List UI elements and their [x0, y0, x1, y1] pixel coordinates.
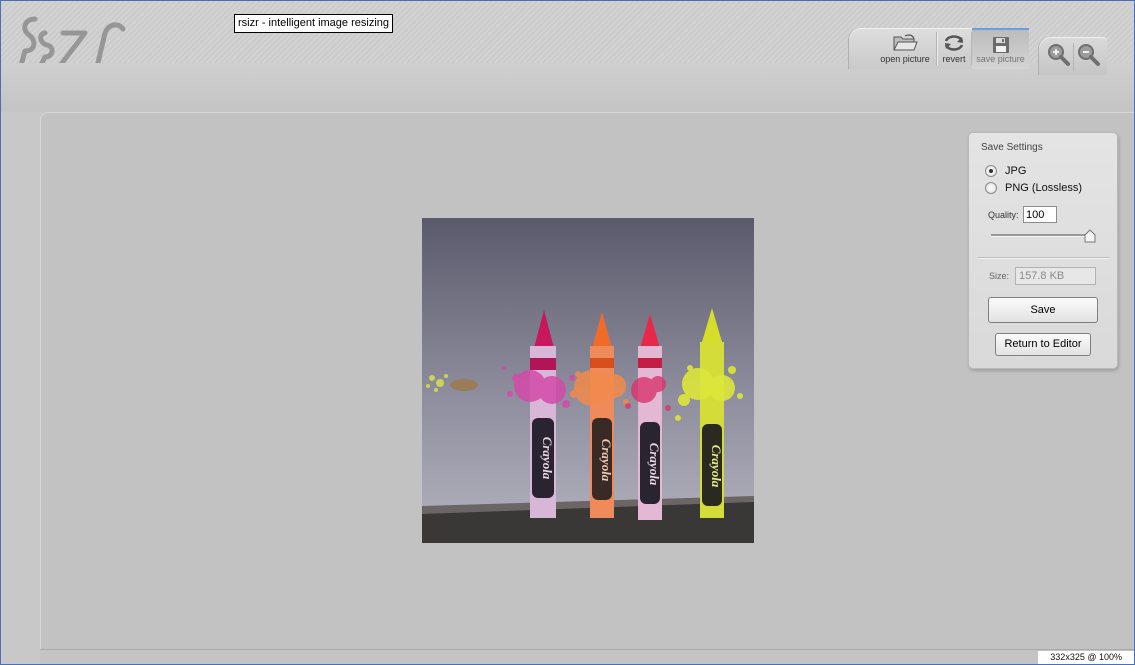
quality-label: Quality: [988, 210, 1019, 220]
revert-icon [944, 35, 964, 51]
crayons-photo: Crayola Crayola Crayola Crayola [422, 218, 754, 543]
folder-open-icon [893, 34, 918, 51]
app-window: rsizr - intelligent image resizing open … [0, 0, 1135, 665]
zoom-in-icon [1048, 44, 1070, 66]
open-picture-label: open picture [880, 54, 930, 64]
save-picture-button[interactable]: save picture [972, 28, 1029, 69]
svg-text:Crayola: Crayola [599, 439, 614, 482]
main-toolbar: open picture revert save picture [849, 28, 1029, 69]
app-tooltip: rsizr - intelligent image resizing [234, 14, 393, 33]
jpg-label: JPG [1005, 165, 1027, 177]
working-image[interactable]: Crayola Crayola Crayola Crayola [422, 218, 754, 543]
svg-text:Crayola: Crayola [540, 437, 555, 480]
status-bar [40, 649, 1134, 664]
save-button[interactable]: Save [988, 297, 1098, 323]
svg-text:Crayola: Crayola [647, 443, 662, 486]
subheader-band [1, 63, 1134, 111]
jpg-radio[interactable] [985, 165, 997, 177]
save-settings-title: Save Settings [981, 142, 1043, 153]
quality-slider-track[interactable] [991, 234, 1095, 237]
save-settings-panel: Save Settings JPG PNG (Lossless) Quality… [968, 132, 1118, 369]
zoom-separator [1073, 43, 1074, 71]
format-jpg-option[interactable]: JPG [985, 163, 1026, 179]
zoom-out-icon [1078, 44, 1100, 66]
floppy-disk-icon [992, 37, 1009, 53]
image-dimensions-status: 332x325 @ 100% [1038, 651, 1134, 664]
format-png-option[interactable]: PNG (Lossless) [985, 180, 1082, 196]
size-label: Size: [989, 271, 1010, 281]
revert-button[interactable]: revert [937, 28, 971, 69]
svg-text:Crayola: Crayola [709, 445, 724, 488]
revert-label: revert [942, 54, 966, 64]
png-label: PNG (Lossless) [1005, 182, 1083, 194]
save-picture-label: save picture [976, 54, 1025, 64]
file-size-field: 157.8 KB [1015, 267, 1096, 285]
quality-input[interactable] [1023, 206, 1057, 223]
return-to-editor-button[interactable]: Return to Editor [995, 333, 1091, 356]
quality-slider-thumb[interactable] [1084, 229, 1096, 243]
png-radio[interactable] [985, 182, 997, 194]
left-gutter [1, 112, 40, 664]
zoom-in-button[interactable] [1045, 41, 1073, 69]
zoom-controls [1039, 37, 1107, 75]
open-picture-button[interactable]: open picture [875, 28, 935, 69]
panel-divider [977, 257, 1109, 259]
zoom-out-button[interactable] [1075, 41, 1103, 69]
